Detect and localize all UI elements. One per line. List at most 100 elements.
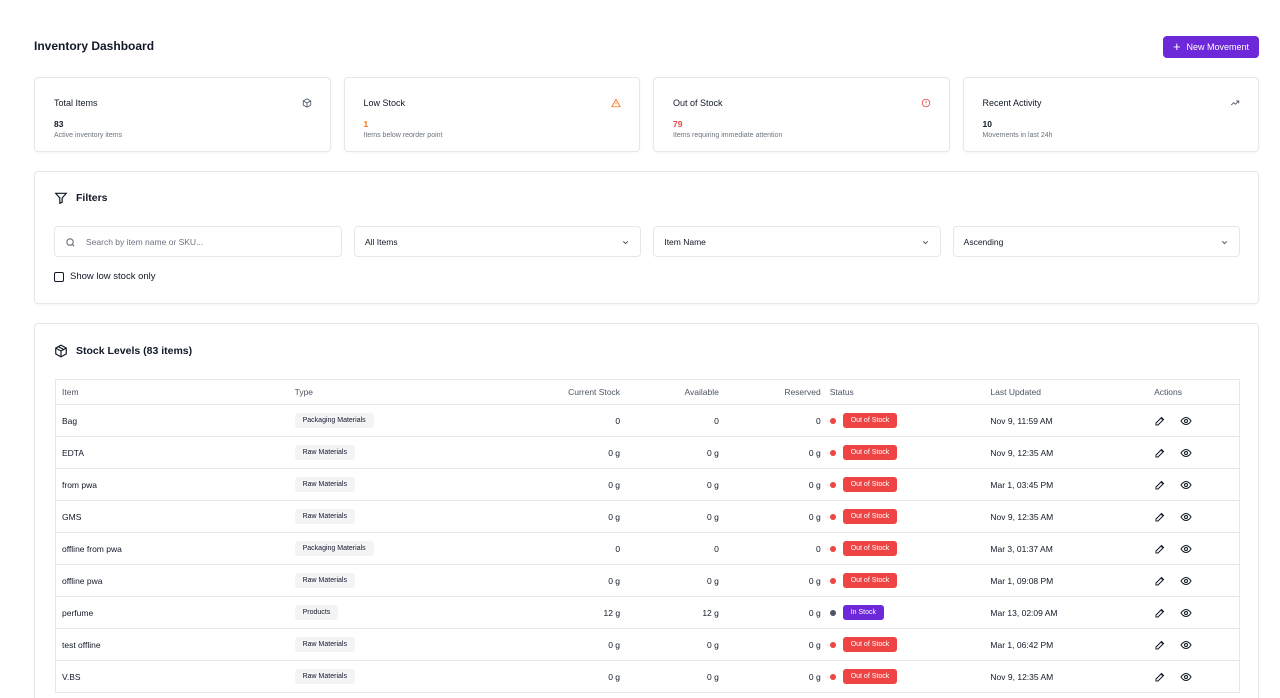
stat-value: 10 [982, 119, 992, 129]
stat-card-out-of-stock: Out of Stock 79 Items requiring immediat… [653, 77, 950, 152]
sort-order-select[interactable]: Ascending [952, 226, 1240, 257]
table-row: offline pwa Raw Materials 0 g 0 g 0 g Out of … [56, 565, 1239, 597]
available-stock: 0 [714, 415, 719, 426]
status-badge: Out of Stock [842, 445, 898, 460]
reserved-stock: 0 g [808, 639, 821, 650]
page-header: Inventory Dashboard + New Movement [34, 36, 1259, 60]
sort-by-select[interactable]: Item Name [653, 226, 941, 257]
table-row: from pwa Raw Materials 0 g 0 g 0 g Out of Sto… [56, 469, 1239, 501]
view-icon[interactable] [1180, 639, 1192, 651]
type-badge: Raw Materials [294, 477, 355, 492]
edit-icon[interactable] [1154, 543, 1166, 555]
search-input[interactable] [55, 227, 341, 256]
new-movement-label: New Movement [1186, 42, 1250, 52]
view-icon[interactable] [1180, 607, 1192, 619]
box-icon [302, 98, 311, 108]
edit-icon[interactable] [1154, 415, 1166, 427]
status-dot [829, 449, 836, 456]
view-icon[interactable] [1180, 415, 1192, 427]
available-stock: 0 g [707, 575, 719, 586]
reserved-stock: 0 g [808, 479, 821, 490]
edit-icon[interactable] [1154, 639, 1166, 651]
view-icon[interactable] [1180, 671, 1192, 683]
type-badge: Raw Materials [294, 669, 355, 684]
status-badge: Out of Stock [842, 573, 898, 588]
table-header: Item Type Current Stock Available Reserv… [56, 380, 1239, 405]
edit-icon[interactable] [1154, 447, 1166, 459]
type-badge: Packaging Materials [294, 541, 374, 556]
filters-title: Filters [76, 192, 108, 204]
last-updated: Mar 1, 03:45 PM [990, 479, 1054, 490]
column-header-last-updated: Last Updated [990, 387, 1041, 397]
stats-row: Total Items 83 Active inventory items Lo… [34, 77, 1259, 152]
item-filter-select[interactable]: All Items [354, 226, 642, 257]
stat-value: 83 [54, 119, 64, 129]
edit-icon[interactable] [1154, 671, 1166, 683]
status-badge: In Stock [842, 605, 884, 620]
reserved-stock: 0 g [808, 575, 821, 586]
type-badge: Raw Materials [294, 573, 355, 588]
status-dot [829, 641, 836, 648]
view-icon[interactable] [1180, 511, 1192, 523]
edit-icon[interactable] [1154, 607, 1166, 619]
edit-icon[interactable] [1154, 479, 1166, 491]
view-icon[interactable] [1180, 447, 1192, 459]
stat-card-total-items: Total Items 83 Active inventory items [34, 77, 331, 152]
filters-card: Filters All Items Item Name Ascending Sh… [34, 171, 1259, 304]
stock-levels-title: Stock Levels (83 items) [76, 345, 193, 357]
filter-icon [54, 192, 68, 205]
stat-title: Low Stock [363, 98, 406, 108]
item-name: test offline [62, 639, 101, 650]
sort-order-value: Ascending [963, 236, 1004, 247]
current-stock: 0 g [608, 575, 621, 586]
item-name: from pwa [62, 479, 97, 490]
type-badge: Raw Materials [294, 637, 355, 652]
edit-icon[interactable] [1154, 575, 1166, 587]
column-header-available: Available [684, 387, 719, 397]
alert-circle-icon [921, 98, 930, 108]
reserved-stock: 0 [815, 543, 821, 554]
current-stock: 0 g [608, 639, 621, 650]
table-row: offline from pwa Packaging Materials 0 0 0 Ou… [56, 533, 1239, 565]
box-icon [55, 344, 67, 358]
type-badge: Raw Materials [294, 445, 355, 460]
column-header-type: Type [294, 387, 314, 397]
status-dot [829, 513, 836, 520]
last-updated: Nov 9, 11:59 AM [990, 415, 1053, 426]
last-updated: Mar 13, 02:09 AM [990, 607, 1058, 618]
view-icon[interactable] [1180, 575, 1192, 587]
edit-icon[interactable] [1154, 511, 1166, 523]
status-dot [829, 673, 836, 680]
type-badge: Packaging Materials [294, 413, 374, 428]
stat-title: Recent Activity [982, 98, 1042, 108]
stock-table: Item Type Current Stock Available Reserv… [55, 379, 1240, 693]
status-badge: Out of Stock [842, 509, 898, 524]
item-filter-value: All Items [365, 236, 398, 247]
item-name: V.BS [62, 671, 81, 682]
column-header-current-stock: Current Stock [568, 387, 621, 397]
reserved-stock: 0 g [808, 511, 821, 522]
current-stock: 0 g [608, 479, 621, 490]
item-name: EDTA [62, 447, 85, 458]
last-updated: Mar 3, 01:37 AM [990, 543, 1053, 554]
current-stock: 0 [615, 415, 621, 426]
last-updated: Mar 1, 06:42 PM [990, 639, 1054, 650]
item-name: offline from pwa [62, 543, 122, 554]
new-movement-button[interactable]: + New Movement [1163, 36, 1259, 58]
stat-desc: Items below reorder point [363, 132, 443, 139]
available-stock: 0 g [707, 639, 719, 650]
type-badge: Raw Materials [294, 509, 355, 524]
view-icon[interactable] [1180, 479, 1192, 491]
table-row: EDTA Raw Materials 0 g 0 g 0 g Out of Stock No… [56, 437, 1239, 469]
current-stock: 0 g [608, 511, 621, 522]
view-icon[interactable] [1180, 543, 1192, 555]
page-title: Inventory Dashboard [34, 39, 155, 53]
item-name: Bag [62, 415, 78, 426]
chevron-down-icon [1221, 241, 1228, 245]
status-dot [829, 481, 836, 488]
low-stock-checkbox[interactable] [54, 271, 64, 282]
column-header-actions: Actions [1154, 387, 1183, 397]
last-updated: Mar 1, 09:08 PM [990, 575, 1054, 586]
available-stock: 12 g [702, 607, 719, 618]
status-badge: Out of Stock [842, 637, 898, 652]
